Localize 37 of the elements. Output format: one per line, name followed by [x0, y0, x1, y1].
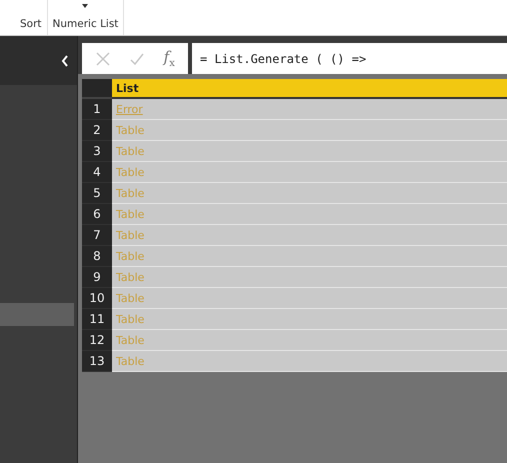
table-link[interactable]: Table [116, 354, 144, 368]
row-number: 5 [82, 183, 112, 204]
table-link[interactable]: Table [116, 228, 144, 242]
row-number: 3 [82, 141, 112, 162]
insert-function-button[interactable]: f$_{x}$ [164, 48, 175, 69]
row-number: 9 [82, 267, 112, 288]
cancel-icon[interactable] [95, 50, 112, 66]
query-item[interactable] [0, 303, 74, 326]
row-number: 11 [82, 309, 112, 330]
table-link[interactable]: Table [116, 312, 144, 326]
error-link[interactable]: Error [116, 102, 143, 116]
row-number: 1 [82, 99, 112, 120]
table-link[interactable]: Table [116, 186, 144, 200]
row-number: 10 [82, 288, 112, 309]
column-header[interactable]: List [112, 79, 507, 99]
row-number: 8 [82, 246, 112, 267]
row-number: 2 [82, 120, 112, 141]
collapse-icon[interactable] [61, 54, 69, 66]
corner-cell[interactable] [82, 79, 112, 99]
table-link[interactable]: Table [116, 292, 144, 304]
table-link[interactable]: Table [116, 124, 144, 136]
row-number: 12 [82, 330, 112, 351]
ribbon-group-label: Numeric List [52, 18, 118, 32]
row-number: 13 [82, 351, 112, 372]
formula-field[interactable]: = List.Generate ( () => [192, 43, 507, 74]
checkmark-icon[interactable] [129, 50, 146, 66]
table-link[interactable]: Table [116, 250, 144, 262]
row-number: 7 [82, 225, 112, 246]
table-link[interactable]: Table [116, 334, 144, 346]
dropdown-caret-icon[interactable] [82, 4, 88, 8]
row-number: 6 [82, 204, 112, 225]
ribbon-group-label: Sort [20, 18, 42, 32]
table-link[interactable]: Table [116, 144, 144, 158]
table-link[interactable]: Table [116, 208, 144, 220]
table-link[interactable]: Table [116, 270, 144, 284]
row-number: 4 [82, 162, 112, 183]
table-link[interactable]: Table [116, 166, 144, 178]
